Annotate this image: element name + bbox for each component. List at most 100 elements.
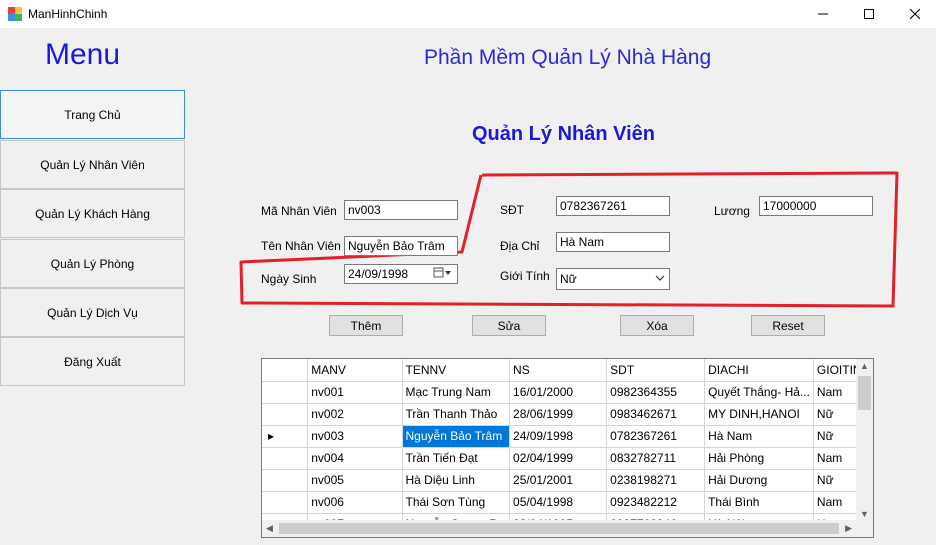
table-cell[interactable]: Hải Phòng <box>704 447 814 470</box>
close-icon <box>910 9 920 19</box>
horizontal-scrollbar[interactable]: ◀ ▶ <box>262 520 856 537</box>
table-cell[interactable]: 02/04/1999 <box>509 447 608 470</box>
menu-title: Menu <box>45 38 121 71</box>
scroll-down-icon[interactable]: ▼ <box>860 509 869 519</box>
title-bar: ManHinhChinh <box>0 0 936 28</box>
manv-label: Mã Nhân Viên <box>261 204 337 218</box>
gioitinh-label: Giới Tính <box>500 269 550 283</box>
table-cell[interactable]: 0923482212 <box>606 491 706 514</box>
table-cell[interactable]: 0782367261 <box>606 425 706 448</box>
table-cell[interactable]: nv001 <box>307 381 403 404</box>
employee-table: MANV TENNV NS SDT DIACHI GIOITIN nv001 M… <box>262 359 873 536</box>
table-cell[interactable]: nv005 <box>307 469 403 492</box>
table-cell[interactable]: Thái Sơn Tùng <box>402 491 511 514</box>
table-cell[interactable]: 0832782711 <box>606 447 706 470</box>
maximize-button[interactable] <box>846 0 892 28</box>
vertical-scrollbar[interactable]: ▲ ▼ <box>856 359 873 521</box>
sdt-label: SĐT <box>500 203 524 217</box>
scroll-left-icon[interactable]: ◀ <box>266 523 273 534</box>
diachi-input[interactable]: Hà Nam <box>556 232 670 252</box>
minimize-icon <box>818 13 828 15</box>
column-header[interactable]: DIACHI <box>704 359 814 382</box>
table-row[interactable]: nv005 Hà Diệu Linh 25/01/2001 0238198271… <box>262 469 873 492</box>
window-title: ManHinhChinh <box>28 7 108 21</box>
row-header[interactable] <box>262 403 309 426</box>
diachi-label: Địa Chỉ <box>500 239 540 253</box>
manv-input[interactable]: nv003 <box>344 200 458 220</box>
row-header[interactable] <box>262 491 309 514</box>
table-cell[interactable]: Hải Dương <box>704 469 814 492</box>
table-cell[interactable]: MY DINH,HANOI <box>704 403 814 426</box>
column-header[interactable]: MANV <box>307 359 403 382</box>
app-title: Phần Mềm Quản Lý Nhà Hàng <box>424 46 712 69</box>
ngaysinh-label: Ngày Sinh <box>261 272 317 286</box>
table-cell[interactable]: nv004 <box>307 447 403 470</box>
delete-button[interactable]: Xóa <box>620 315 694 336</box>
table-cell[interactable]: nv003 <box>307 425 403 448</box>
table-cell[interactable]: 25/01/2001 <box>509 469 608 492</box>
table-cell[interactable]: Mạc Trung Nam <box>402 381 511 404</box>
scrollbar-corner <box>856 520 873 537</box>
row-header-corner <box>262 359 309 382</box>
table-cell[interactable]: 05/04/1998 <box>509 491 608 514</box>
gioitinh-value: Nữ <box>560 272 577 286</box>
add-button[interactable]: Thêm <box>329 315 403 336</box>
grid-header-row: MANV TENNV NS SDT DIACHI GIOITIN <box>262 359 873 382</box>
main-window: Menu Trang Chủ Quản Lý Nhân Viên Quản Lý… <box>0 28 936 545</box>
table-cell[interactable]: 0983462671 <box>606 403 706 426</box>
vertical-scroll-thumb[interactable] <box>858 376 871 410</box>
table-cell[interactable]: Trần Thanh Thảo <box>402 403 511 426</box>
gioitinh-select[interactable]: Nữ <box>556 268 670 290</box>
sidebar-item-rooms[interactable]: Quản Lý Phòng <box>0 239 185 288</box>
table-cell[interactable]: Trần Tiến Đạt <box>402 447 511 470</box>
row-header[interactable] <box>262 469 309 492</box>
ngaysinh-datepicker[interactable]: 24/09/1998 <box>344 264 458 284</box>
table-cell[interactable]: 28/06/1999 <box>509 403 608 426</box>
table-row[interactable]: nv004 Trần Tiến Đạt 02/04/1999 083278271… <box>262 447 873 470</box>
current-row-indicator[interactable]: ▸ <box>262 425 309 448</box>
scroll-right-icon[interactable]: ▶ <box>845 523 852 534</box>
table-row[interactable]: nv002 Trần Thanh Thảo 28/06/1999 0983462… <box>262 403 873 426</box>
column-header[interactable]: TENNV <box>402 359 511 382</box>
table-cell[interactable]: Quyết Thắng- Hả... <box>704 381 814 404</box>
row-header[interactable] <box>262 381 309 404</box>
table-cell[interactable]: 24/09/1998 <box>509 425 608 448</box>
tennv-label: Tên Nhân Viên <box>261 239 341 253</box>
calendar-dropdown-icon[interactable] <box>433 266 453 283</box>
edit-button[interactable]: Sửa <box>472 315 546 336</box>
sidebar-item-employees[interactable]: Quản Lý Nhân Viên <box>0 140 185 189</box>
minimize-button[interactable] <box>800 0 846 28</box>
table-cell-selected[interactable]: Nguyễn Bảo Trâm <box>402 425 511 448</box>
table-cell[interactable]: nv002 <box>307 403 403 426</box>
table-cell[interactable]: 16/01/2000 <box>509 381 608 404</box>
table-row-current[interactable]: ▸ nv003 Nguyễn Bảo Trâm 24/09/1998 07823… <box>262 425 873 448</box>
sidebar-item-customers[interactable]: Quản Lý Khách Hàng <box>0 189 185 238</box>
sidebar-item-home[interactable]: Trang Chủ <box>0 90 185 139</box>
table-cell[interactable]: Hà Diệu Linh <box>402 469 511 492</box>
ngaysinh-value: 24/09/1998 <box>348 267 409 281</box>
column-header[interactable]: NS <box>509 359 608 382</box>
sdt-input[interactable]: 0782367261 <box>556 196 670 216</box>
table-cell[interactable]: 0982364355 <box>606 381 706 404</box>
tennv-input[interactable]: Nguyễn Bảo Trâm <box>344 236 458 256</box>
luong-input[interactable]: 17000000 <box>759 196 873 216</box>
employee-grid[interactable]: MANV TENNV NS SDT DIACHI GIOITIN nv001 M… <box>261 358 874 538</box>
chevron-down-icon <box>655 271 665 288</box>
table-cell[interactable]: Thái Bình <box>704 491 814 514</box>
sidebar-item-logout[interactable]: Đăng Xuất <box>0 337 185 386</box>
table-cell[interactable]: 0238198271 <box>606 469 706 492</box>
app-icon <box>8 7 22 21</box>
reset-button[interactable]: Reset <box>751 315 825 336</box>
table-cell[interactable]: nv006 <box>307 491 403 514</box>
table-cell[interactable]: Hà Nam <box>704 425 814 448</box>
horizontal-scroll-thumb[interactable] <box>279 523 839 534</box>
scroll-up-icon[interactable]: ▲ <box>860 361 869 371</box>
column-header[interactable]: SDT <box>606 359 706 382</box>
maximize-icon <box>864 9 874 19</box>
row-header[interactable] <box>262 447 309 470</box>
table-row[interactable]: nv006 Thái Sơn Tùng 05/04/1998 092348221… <box>262 491 873 514</box>
sidebar-item-services[interactable]: Quản Lý Dịch Vụ <box>0 288 185 337</box>
luong-label: Lương <box>714 204 750 218</box>
close-button[interactable] <box>892 0 936 28</box>
table-row[interactable]: nv001 Mạc Trung Nam 16/01/2000 098236435… <box>262 381 873 404</box>
